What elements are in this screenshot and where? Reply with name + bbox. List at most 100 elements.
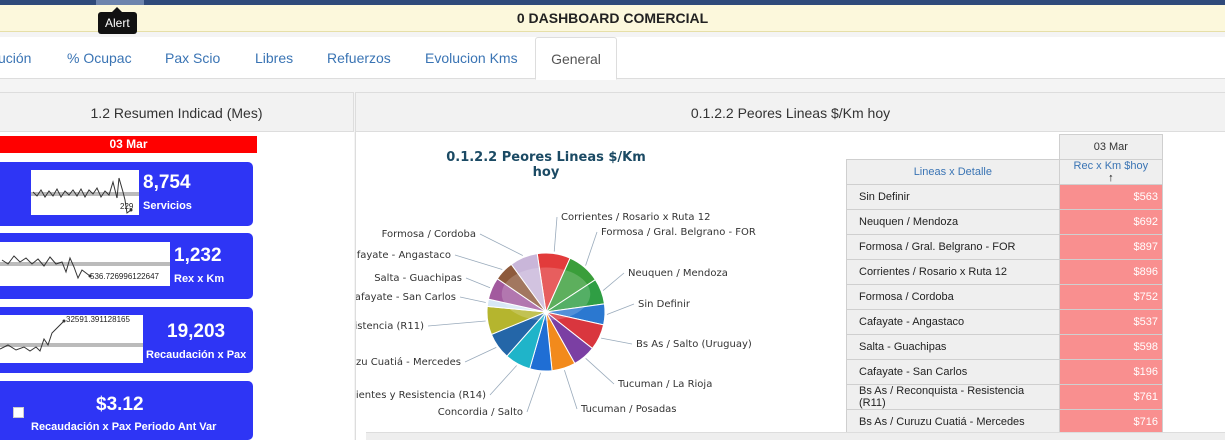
table-row[interactable]: Sin Definir $563 <box>846 184 1164 210</box>
table-row[interactable]: Bs As / Reconquista - Resistencia (R11) $… <box>846 384 1164 410</box>
row-value: $897 <box>1058 234 1164 260</box>
summary-panel: 1.2 Resumen Indicad (Mes) 03 Mar 229 8,7… <box>0 92 354 440</box>
kpi-value: $3.12 <box>96 394 144 415</box>
pie-label: Formosa / Gral. Belgrano - FOR <box>601 227 756 238</box>
row-name: Bs As / Reconquista - Resistencia (R11) <box>846 384 1060 410</box>
pie-label: Tucuman / La Rioja <box>617 379 712 390</box>
pie-leader-line <box>479 233 524 256</box>
table-row[interactable]: Bs As / Curuzu Cuatiá - Mercedes $716 <box>846 409 1164 435</box>
row-value: $598 <box>1058 334 1164 360</box>
row-value: $752 <box>1058 284 1164 310</box>
tab-evolucion[interactable]: ución <box>0 37 31 79</box>
row-name: Formosa / Cordoba <box>846 284 1060 310</box>
pie-leader-line <box>602 272 625 291</box>
tab-bar: ución % Ocupac Pax Scio Libres Refuerzos… <box>0 37 1225 80</box>
sort-arrow-icon[interactable]: ↑ <box>1108 172 1114 184</box>
horizontal-scrollbar[interactable] <box>366 432 1225 440</box>
pie-label: Curuzu Cuatiá - Mercedes <box>356 356 461 368</box>
row-name: Cafayate - San Carlos <box>846 359 1060 385</box>
row-value: $896 <box>1058 259 1164 285</box>
row-name: Cafayate - Angastaco <box>846 309 1060 335</box>
table-row[interactable]: Corrientes / Rosario x Ruta 12 $896 <box>846 259 1164 285</box>
pie-leader-line <box>585 231 598 266</box>
table-row[interactable]: Neuquen / Mendoza $692 <box>846 209 1164 235</box>
pie-label: Neuquen / Mendoza <box>628 268 728 279</box>
row-name: Corrientes / Rosario x Ruta 12 <box>846 259 1060 285</box>
tab-general[interactable]: General <box>535 37 617 80</box>
kpi-value: 19,203 <box>167 321 226 342</box>
row-name: Formosa / Gral. Belgrano - FOR <box>846 234 1060 260</box>
tab-refuerzos[interactable]: Refuerzos <box>327 37 391 79</box>
sparkline-rex-km: 536.726996122647 <box>0 242 170 286</box>
pie-label: Bs As / Salto (Uruguay) <box>636 339 752 350</box>
tab-pax-scio[interactable]: Pax Scio <box>165 37 220 79</box>
table-date-header: 03 Mar <box>1058 134 1164 160</box>
table-row[interactable]: Salta - Guachipas $598 <box>846 334 1164 360</box>
pie-gloss <box>501 267 591 321</box>
pie-label: Tucuman / Posadas <box>580 404 677 415</box>
pie-label: Corrientes y Resistencia (R14) <box>356 390 486 401</box>
sparkline-servicios: 229 <box>31 170 139 215</box>
row-value: $563 <box>1058 184 1164 210</box>
table-row[interactable]: Cafayate - San Carlos $196 <box>846 359 1164 385</box>
kpi-label: Rex x Km <box>174 273 225 285</box>
worst-lines-panel-title: 0.1.2.2 Peores Lineas $/Km hoy <box>356 92 1225 132</box>
pie-label: Corrientes / Rosario x Ruta 12 <box>561 212 710 223</box>
sparkline-label: 32591.391128165 <box>66 315 130 324</box>
kpi-servicios[interactable]: 229 8,754 Servicios <box>0 162 253 226</box>
pie-leader-line <box>427 320 486 327</box>
pie-leader-line <box>606 303 635 315</box>
sparkline-recaudacion: 32591.391128165 <box>0 315 143 363</box>
pie-leader-line <box>585 358 615 385</box>
pie-leader-line <box>454 254 503 270</box>
table-row[interactable]: Formosa / Gral. Belgrano - FOR $897 <box>846 234 1164 260</box>
tab-libres[interactable]: Libres <box>255 37 293 79</box>
pie-label: Formosa / Cordoba <box>382 229 476 240</box>
row-name: Bs As / Curuzu Cuatiá - Mercedes <box>846 409 1060 435</box>
row-name: Sin Definir <box>846 184 1060 210</box>
pie-leader-line <box>459 296 486 303</box>
pie-leader-line <box>601 337 633 345</box>
row-name: Salta - Guachipas <box>846 334 1060 360</box>
kpi-rex-km[interactable]: 536.726996122647 1,232 Rex x Km <box>0 233 253 299</box>
pie-leader-line <box>526 372 542 413</box>
pie-chart: Corrientes / Rosario x Ruta 12 Formosa / … <box>356 212 756 418</box>
tab-ocupacion[interactable]: % Ocupac <box>67 37 132 79</box>
chart-title: 0.1.2.2 Peores Lineas $/Km hoy <box>446 150 646 180</box>
row-value: $537 <box>1058 309 1164 335</box>
pie-leader-line <box>553 216 558 252</box>
pie-leader-line <box>465 277 491 289</box>
worst-lines-panel: 0.1.2.2 Peores Lineas $/Km hoy 0.1.2.2 P… <box>355 92 1225 440</box>
table-row[interactable]: Formosa / Cordoba $752 <box>846 284 1164 310</box>
column-header-rec-km-label: Rec x Km $hoy <box>1073 160 1149 172</box>
column-header-rec-km[interactable]: Rec x Km $hoy ↑ <box>1058 159 1164 185</box>
worst-lines-table: 03 Mar Lineas x Detalle Rec x Km $hoy ↑ … <box>846 134 1164 435</box>
column-header-lineas[interactable]: Lineas x Detalle <box>846 159 1060 185</box>
kpi-value: 1,232 <box>174 245 222 266</box>
pie-leader-line <box>564 370 578 410</box>
table-row[interactable]: Cafayate - Angastaco $537 <box>846 309 1164 335</box>
kpi-recaudacion-periodo[interactable]: $3.12 Recaudación x Pax Periodo Ant Var <box>0 381 253 440</box>
pie-leader-line <box>464 346 497 363</box>
page-title: 0 DASHBOARD COMERCIAL <box>0 5 1225 32</box>
pie-label: Concordia / Salto <box>438 407 523 418</box>
tab-evolucion-kms[interactable]: Evolucion Kms <box>425 37 518 79</box>
row-name: Neuquen / Mendoza <box>846 209 1060 235</box>
kpi-label: Recaudación x Pax Periodo Ant Var <box>31 421 217 433</box>
sparkline-label: 229 <box>120 202 134 211</box>
broken-image-icon <box>13 407 24 418</box>
pie-label: Sin Definir <box>638 299 691 310</box>
kpi-label: Servicios <box>143 200 192 212</box>
kpi-value: 8,754 <box>143 172 191 193</box>
summary-date: 03 Mar <box>0 136 257 153</box>
row-value: $196 <box>1058 359 1164 385</box>
pie-label: a - Resistencia (R11) <box>356 321 424 332</box>
row-value: $716 <box>1058 409 1164 435</box>
summary-panel-title: 1.2 Resumen Indicad (Mes) <box>0 92 354 132</box>
kpi-recaudacion-pax[interactable]: 32591.391128165 19,203 Recaudación x Pax <box>0 307 253 373</box>
row-value: $692 <box>1058 209 1164 235</box>
sparkline-label: 536.726996122647 <box>90 272 159 281</box>
pie-label: Cafayate - Angastaco <box>356 250 451 261</box>
pie-label: Cafayate - San Carlos <box>356 292 456 303</box>
pie-label: Salta - Guachipas <box>374 273 462 284</box>
